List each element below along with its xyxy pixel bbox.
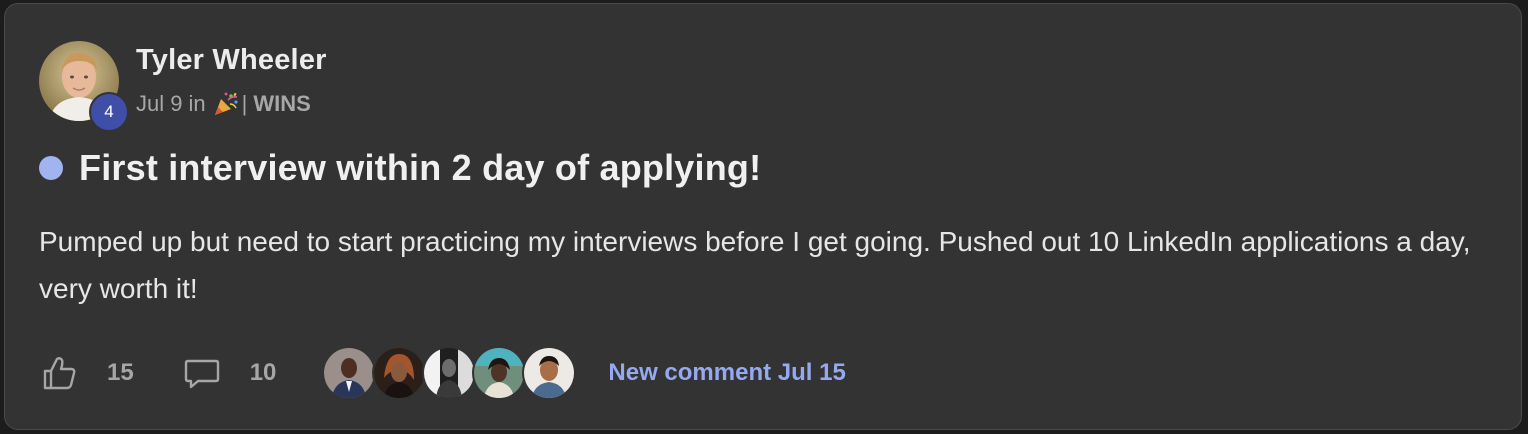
category-label[interactable]: WINS bbox=[253, 91, 310, 117]
commenter-avatar-3[interactable] bbox=[422, 346, 477, 400]
level-badge: 4 bbox=[89, 92, 129, 132]
speech-bubble-icon bbox=[184, 359, 219, 389]
commenter-avatars[interactable] bbox=[322, 346, 577, 400]
post-body: Pumped up but need to start practicing m… bbox=[39, 226, 1471, 304]
unread-indicator bbox=[39, 156, 63, 180]
in-label: in bbox=[188, 91, 206, 116]
thumbs-up-icon bbox=[43, 357, 76, 390]
new-comment-link[interactable]: New comment Jul 15 bbox=[608, 359, 845, 387]
meta-separator: | bbox=[241, 91, 248, 116]
like-button[interactable]: 15 bbox=[39, 353, 134, 393]
author-name[interactable]: Tyler Wheeler bbox=[136, 44, 327, 77]
post-title[interactable]: First interview within 2 day of applying… bbox=[79, 147, 761, 189]
post-card[interactable]: 4 Tyler Wheeler Jul 9 in | WINS First in… bbox=[4, 3, 1522, 430]
commenter-avatar-1[interactable] bbox=[322, 346, 377, 400]
commenter-avatar-2[interactable] bbox=[372, 346, 427, 400]
post-meta: Jul 9 in | WINS bbox=[136, 90, 311, 118]
author-avatar-container[interactable]: 4 bbox=[39, 41, 129, 132]
commenter-avatar-5[interactable] bbox=[522, 346, 577, 400]
party-popper-icon bbox=[214, 92, 238, 115]
post-date: Jul 9 bbox=[136, 91, 183, 116]
commenter-avatar-4[interactable] bbox=[472, 346, 527, 400]
like-count: 15 bbox=[107, 359, 134, 386]
comment-button[interactable]: 10 bbox=[182, 353, 277, 393]
post-title-row[interactable]: First interview within 2 day of applying… bbox=[39, 147, 761, 189]
post-footer: 15 10 New comment Jul 15 bbox=[39, 346, 846, 400]
comment-count: 10 bbox=[249, 359, 277, 386]
